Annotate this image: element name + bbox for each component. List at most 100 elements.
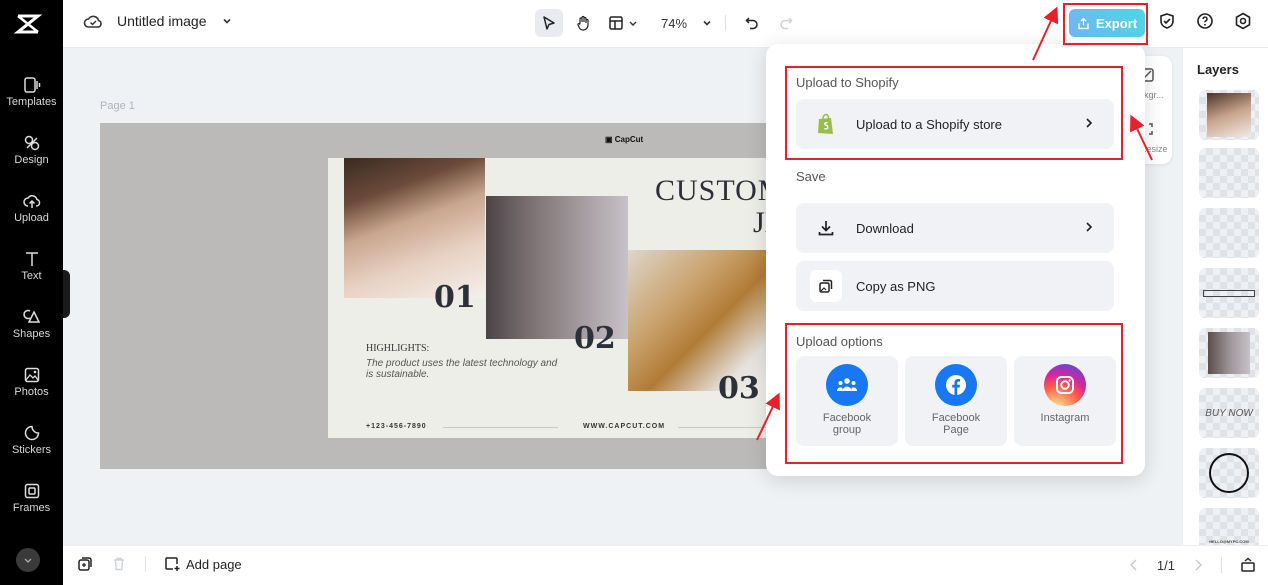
export-label: Export <box>1095 15 1138 31</box>
sidebar-item-label: Design <box>14 154 49 166</box>
layout-icon <box>609 16 623 30</box>
page-label: Page 1 <box>100 100 135 112</box>
number-02[interactable]: 02 <box>574 321 616 356</box>
frames-icon <box>24 483 39 499</box>
page-actions: Add page <box>77 556 242 572</box>
layout-menu-button[interactable] <box>603 9 643 37</box>
sidebar-item-design[interactable]: Design <box>0 134 63 166</box>
sidebar-item-photos[interactable]: Photos <box>0 366 63 398</box>
divider <box>145 556 146 572</box>
necklace-photo[interactable] <box>344 158 485 298</box>
text-icon <box>25 252 38 266</box>
chevron-down-icon <box>222 18 231 24</box>
number-01[interactable]: 01 <box>434 280 476 315</box>
copy-as-png-label: Copy as PNG <box>856 278 936 294</box>
top-toolbar: Untitled image 74% Export <box>63 0 1268 48</box>
copy-as-png-button[interactable]: Copy as PNG <box>796 261 1114 311</box>
left-sidebar: Templates Design Upload Text Shapes Phot… <box>0 0 63 585</box>
undo-icon <box>745 17 758 30</box>
sidebar-item-label: Upload <box>14 212 49 224</box>
divider <box>1221 557 1222 573</box>
layer-item[interactable] <box>1199 148 1259 198</box>
hand-icon <box>577 15 589 31</box>
zoom-dropdown-chevron-icon[interactable] <box>701 17 713 29</box>
sidebar-item-frames[interactable]: Frames <box>0 482 63 514</box>
option-label-line1: Facebook <box>931 412 981 424</box>
facebook-group-icon <box>826 364 868 406</box>
stickers-icon <box>24 425 39 441</box>
layer-thumbnail <box>1203 289 1255 297</box>
zoom-level[interactable]: 74% <box>661 16 687 31</box>
highlights-body[interactable]: The product uses the latest technology a… <box>366 358 566 380</box>
next-page-icon[interactable] <box>1193 559 1203 571</box>
option-label-line1: Instagram <box>1040 412 1090 424</box>
number-03[interactable]: 03 <box>718 371 760 406</box>
templates-icon <box>23 77 40 93</box>
panel-collapse-handle[interactable] <box>63 270 70 318</box>
layer-item-circle[interactable] <box>1199 448 1259 498</box>
layer-thumbnail <box>1208 332 1250 374</box>
sidebar-item-shapes[interactable]: Shapes <box>0 308 63 340</box>
design-website[interactable]: WWW.CAPCUT.COM <box>583 423 665 430</box>
add-page-icon <box>165 557 180 571</box>
photos-icon <box>24 367 39 383</box>
layer-item[interactable] <box>1199 208 1259 258</box>
upload-to-shopify-label: Upload to a Shopify store <box>856 116 1002 132</box>
layer-thumbnail: HELLO@MYPC.COM <box>1209 538 1249 544</box>
add-page-button[interactable]: Add page <box>164 556 242 572</box>
upload-instagram-button[interactable]: Instagram <box>1014 356 1116 446</box>
sidebar-item-stickers[interactable]: Stickers <box>0 424 63 456</box>
capcut-logo-icon[interactable] <box>14 10 42 38</box>
design-canvas[interactable]: ▣ CapCut 01 02 03 CUSTOM JE HIGHLIGHTS: … <box>100 123 800 469</box>
chevron-right-icon <box>1086 222 1093 232</box>
pagination-controls: 1/1 <box>1129 557 1256 573</box>
highlights-heading[interactable]: HIGHLIGHTS: <box>366 343 429 354</box>
pendants-photo[interactable] <box>486 196 628 339</box>
document-title[interactable]: Untitled image <box>117 13 207 29</box>
layer-item-photo[interactable] <box>1199 328 1259 378</box>
layers-title: Layers <box>1197 62 1239 77</box>
sidebar-item-templates[interactable]: Templates <box>0 76 63 108</box>
upload-facebook-group-button[interactable]: Facebook group <box>796 356 898 446</box>
undo-button[interactable] <box>738 9 766 37</box>
duplicate-page-icon[interactable] <box>77 556 93 572</box>
shapes-icon <box>22 309 40 323</box>
chevron-down-icon <box>629 21 637 26</box>
delete-page-icon[interactable] <box>111 556 127 572</box>
page-indicator: 1/1 <box>1156 557 1175 573</box>
help-icon[interactable] <box>1196 12 1214 30</box>
layer-thumbnail: BUY NOW <box>1205 407 1253 419</box>
cursor-icon <box>543 16 555 30</box>
download-button[interactable]: Download <box>796 203 1114 253</box>
layer-item-photo[interactable] <box>1199 90 1259 140</box>
chevron-right-icon <box>1086 118 1093 128</box>
download-label: Download <box>856 220 914 236</box>
sidebar-item-upload[interactable]: Upload <box>0 192 63 224</box>
export-button[interactable]: Export <box>1069 9 1145 37</box>
upload-to-shopify-button[interactable]: Upload to a Shopify store <box>796 99 1114 149</box>
settings-icon[interactable] <box>1234 12 1252 30</box>
layer-item-rectangle[interactable] <box>1199 268 1259 318</box>
facebook-icon <box>935 364 977 406</box>
upload-facebook-page-button[interactable]: Facebook Page <box>905 356 1007 446</box>
sidebar-more-button[interactable] <box>16 548 40 572</box>
design-artboard[interactable]: 01 02 03 CUSTOM JE HIGHLIGHTS: The produ… <box>328 158 800 438</box>
document-title-area[interactable]: Untitled image <box>83 12 233 30</box>
sidebar-item-text[interactable]: Text <box>0 250 63 282</box>
shield-check-icon[interactable] <box>1158 12 1176 30</box>
select-tool-button[interactable] <box>535 9 563 37</box>
layer-thumbnail <box>1207 93 1251 137</box>
cloud-saved-icon <box>83 15 102 28</box>
capcut-editor: Templates Design Upload Text Shapes Phot… <box>0 0 1268 585</box>
divider-line <box>443 427 558 428</box>
option-label-line2: Page <box>943 424 969 436</box>
option-label-line1: Facebook <box>822 412 872 424</box>
previous-page-icon[interactable] <box>1129 559 1139 571</box>
bracelet-photo[interactable] <box>628 250 778 391</box>
design-phone[interactable]: +123-456-7890 <box>366 423 427 430</box>
page-panel-toggle-icon[interactable] <box>1240 557 1256 573</box>
hand-tool-button[interactable] <box>569 9 597 37</box>
sidebar-item-label: Shapes <box>12 328 51 340</box>
layer-item-text[interactable]: BUY NOW <box>1199 388 1259 438</box>
redo-button[interactable] <box>772 9 800 37</box>
